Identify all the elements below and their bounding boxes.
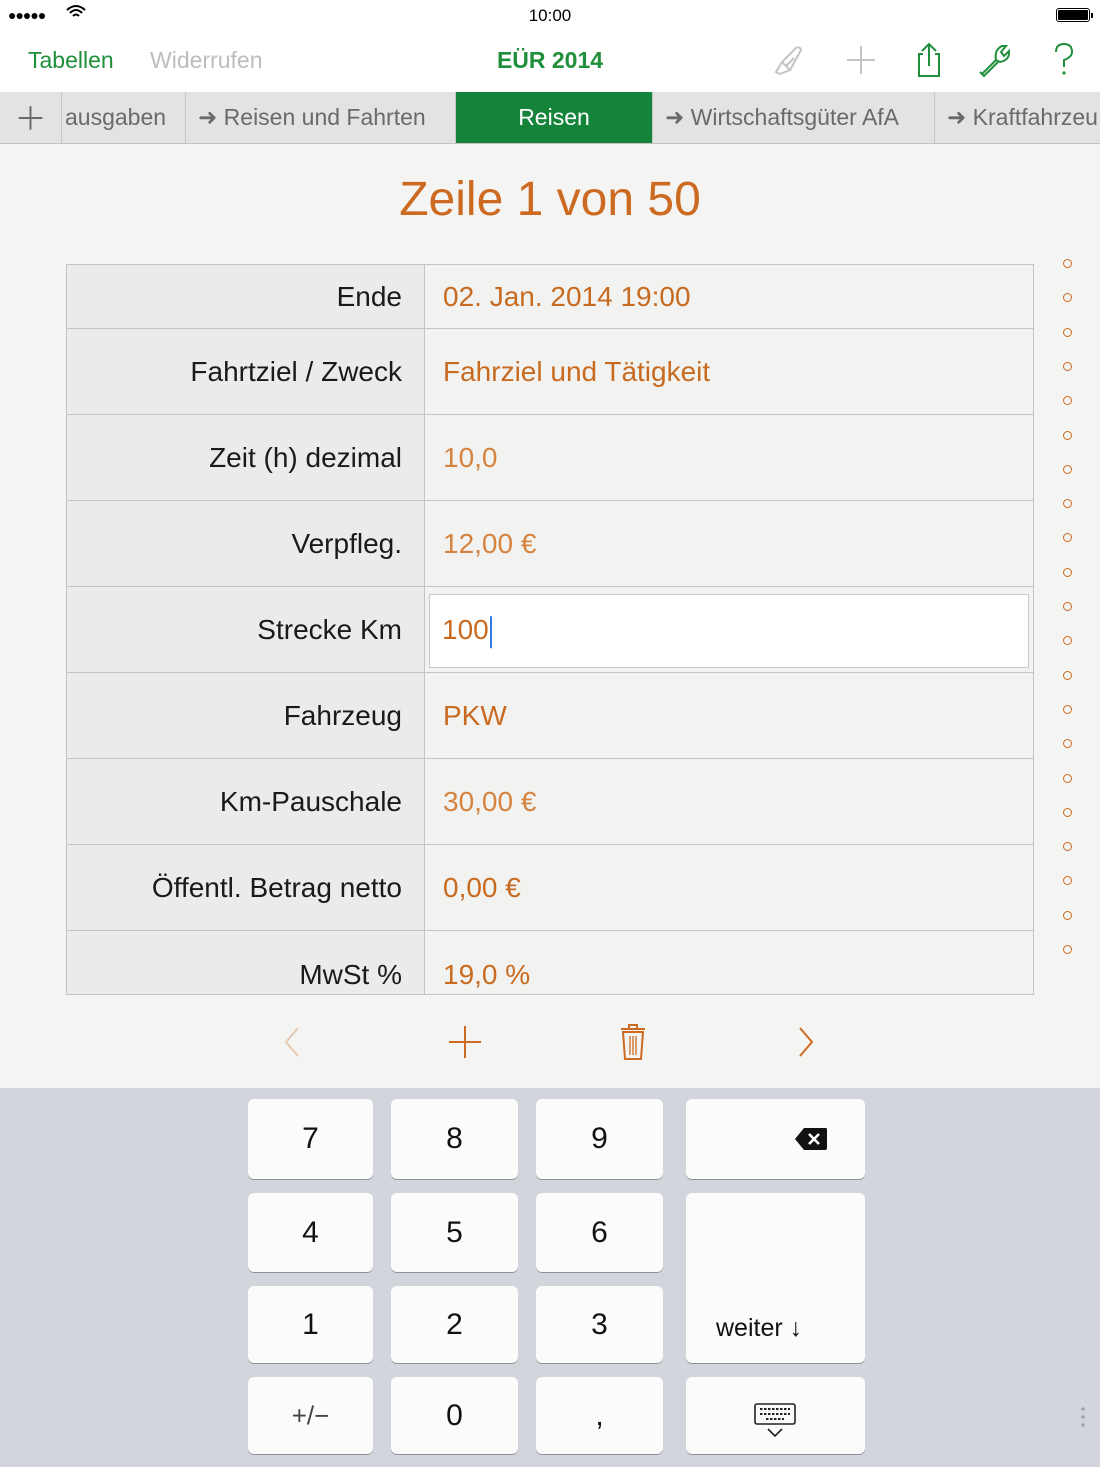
pager-dot[interactable] (1063, 396, 1072, 406)
key-9[interactable]: 9 (536, 1099, 663, 1179)
wrench-icon[interactable] (976, 42, 1016, 78)
field-label: Öffentl. Betrag netto (67, 845, 425, 930)
chevron-left-icon[interactable] (270, 1020, 314, 1064)
pager-dot[interactable] (1063, 259, 1072, 268)
tab-reisen[interactable]: Reisen (456, 92, 653, 143)
pager-dot[interactable] (1063, 361, 1072, 371)
add-sheet-icon[interactable] (0, 92, 62, 143)
pager-dot[interactable] (1063, 499, 1072, 509)
sheet-tabs: ausgaben ➜ Reisen und Fahrten Reisen ➜ W… (0, 92, 1100, 144)
field-zeit-dezimal[interactable]: Zeit (h) dezimal 10,0 (67, 415, 1033, 501)
field-label: Zeit (h) dezimal (67, 415, 425, 500)
field-mwst[interactable]: MwSt % 19,0 % (67, 931, 1033, 994)
clock: 10:00 (528, 6, 572, 25)
pager-dot[interactable] (1063, 842, 1072, 852)
key-2[interactable]: 2 (391, 1286, 518, 1363)
record-form: Ende 02. Jan. 2014 19:00 Fahrtziel / Zwe… (66, 264, 1034, 995)
pager-dot[interactable] (1063, 464, 1072, 474)
field-value[interactable]: Fahrziel und Tätigkeit (443, 356, 710, 388)
field-value[interactable]: 02. Jan. 2014 19:00 (443, 281, 691, 313)
key-8[interactable]: 8 (391, 1099, 518, 1179)
strecke-km-input[interactable]: 100 (429, 594, 1029, 668)
delete-key-icon (795, 1128, 827, 1150)
status-bar: ●●●●● 10:00 (0, 0, 1100, 30)
pager-dot[interactable] (1063, 670, 1072, 680)
pager-dot[interactable] (1063, 430, 1072, 440)
help-icon[interactable] (1044, 42, 1084, 78)
key-0[interactable]: 0 (391, 1377, 518, 1454)
pager-dot[interactable] (1063, 567, 1072, 577)
key-3[interactable]: 3 (536, 1286, 663, 1363)
pager-dot[interactable] (1063, 533, 1072, 543)
field-value[interactable]: 0,00 € (443, 872, 521, 904)
next-key[interactable]: weiter ↓ (686, 1193, 865, 1363)
key-7[interactable]: 7 (248, 1099, 373, 1179)
pager-dot[interactable] (1063, 602, 1072, 611)
pager-dot[interactable] (1063, 636, 1072, 646)
field-label: Ende (67, 265, 425, 328)
field-value[interactable]: 19,0 % (443, 959, 530, 991)
tab-ausgaben[interactable]: ausgaben (62, 92, 186, 143)
field-value: 10,0 (443, 441, 498, 473)
field-oeffentl-betrag[interactable]: Öffentl. Betrag netto 0,00 € (67, 845, 1033, 931)
pager-dot[interactable] (1063, 773, 1072, 783)
field-verpflegung[interactable]: Verpfleg. 12,00 € (67, 501, 1033, 587)
pager-dot[interactable] (1063, 876, 1072, 886)
tab-kraftfahrzeuge[interactable]: ➜ Kraftfahrzeu (935, 92, 1100, 143)
record-title: Zeile 1 von 50 (399, 173, 701, 226)
field-label: Fahrtziel / Zweck (67, 329, 425, 414)
trash-icon[interactable] (611, 1020, 655, 1064)
pager-dot[interactable] (1063, 807, 1072, 817)
keyboard-hide-icon (754, 1403, 796, 1438)
paintbrush-icon[interactable] (768, 42, 808, 78)
key-4[interactable]: 4 (248, 1193, 373, 1272)
plus-icon[interactable] (841, 42, 881, 78)
chevron-right-icon[interactable] (784, 1020, 828, 1064)
field-fahrtziel[interactable]: Fahrtziel / Zweck Fahrziel und Tätigkeit (67, 329, 1033, 415)
field-value: 30,00 € (443, 785, 537, 817)
sign-key[interactable]: +/− (248, 1377, 373, 1454)
field-label: MwSt % (67, 931, 425, 994)
toolbar: Tabellen Widerrufen EÜR 2014 (0, 30, 1100, 93)
pager-dot[interactable] (1063, 293, 1072, 303)
field-label: Km-Pauschale (67, 759, 425, 844)
field-label: Verpfleg. (67, 501, 425, 586)
field-km-pauschale[interactable]: Km-Pauschale 30,00 € (67, 759, 1033, 845)
battery-icon (1056, 8, 1093, 22)
tab-reisen-und-fahrten[interactable]: ➜ Reisen und Fahrten (186, 92, 456, 143)
pager-dot[interactable] (1063, 910, 1072, 920)
keyboard-grip-icon[interactable] (1080, 1406, 1086, 1428)
field-strecke-km[interactable]: Strecke Km 100 (67, 587, 1033, 673)
delete-key[interactable] (686, 1099, 865, 1179)
add-row-icon[interactable] (443, 1020, 487, 1064)
key-1[interactable]: 1 (248, 1286, 373, 1363)
key-6[interactable]: 6 (536, 1193, 663, 1272)
field-value: 12,00 € (443, 527, 537, 559)
field-fahrzeug[interactable]: Fahrzeug PKW (67, 673, 1033, 759)
undo-button[interactable]: Widerrufen (150, 47, 262, 74)
hide-keyboard-key[interactable] (686, 1377, 865, 1454)
text-caret (489, 615, 492, 648)
pager-dot[interactable] (1063, 945, 1072, 954)
share-icon[interactable] (909, 42, 949, 78)
field-label: Strecke Km (67, 587, 425, 672)
pager-dot[interactable] (1063, 704, 1072, 714)
key-5[interactable]: 5 (391, 1193, 518, 1272)
field-ende[interactable]: Ende 02. Jan. 2014 19:00 (67, 265, 1033, 329)
tables-button[interactable]: Tabellen (28, 47, 114, 74)
tab-wirtschaftsgueter-afa[interactable]: ➜ Wirtschaftsgüter AfA (653, 92, 935, 143)
pager-dot[interactable] (1063, 327, 1072, 337)
field-value[interactable]: PKW (443, 700, 507, 732)
comma-key[interactable]: , (536, 1377, 663, 1454)
field-label: Fahrzeug (67, 673, 425, 758)
pager-dot[interactable] (1063, 739, 1072, 749)
